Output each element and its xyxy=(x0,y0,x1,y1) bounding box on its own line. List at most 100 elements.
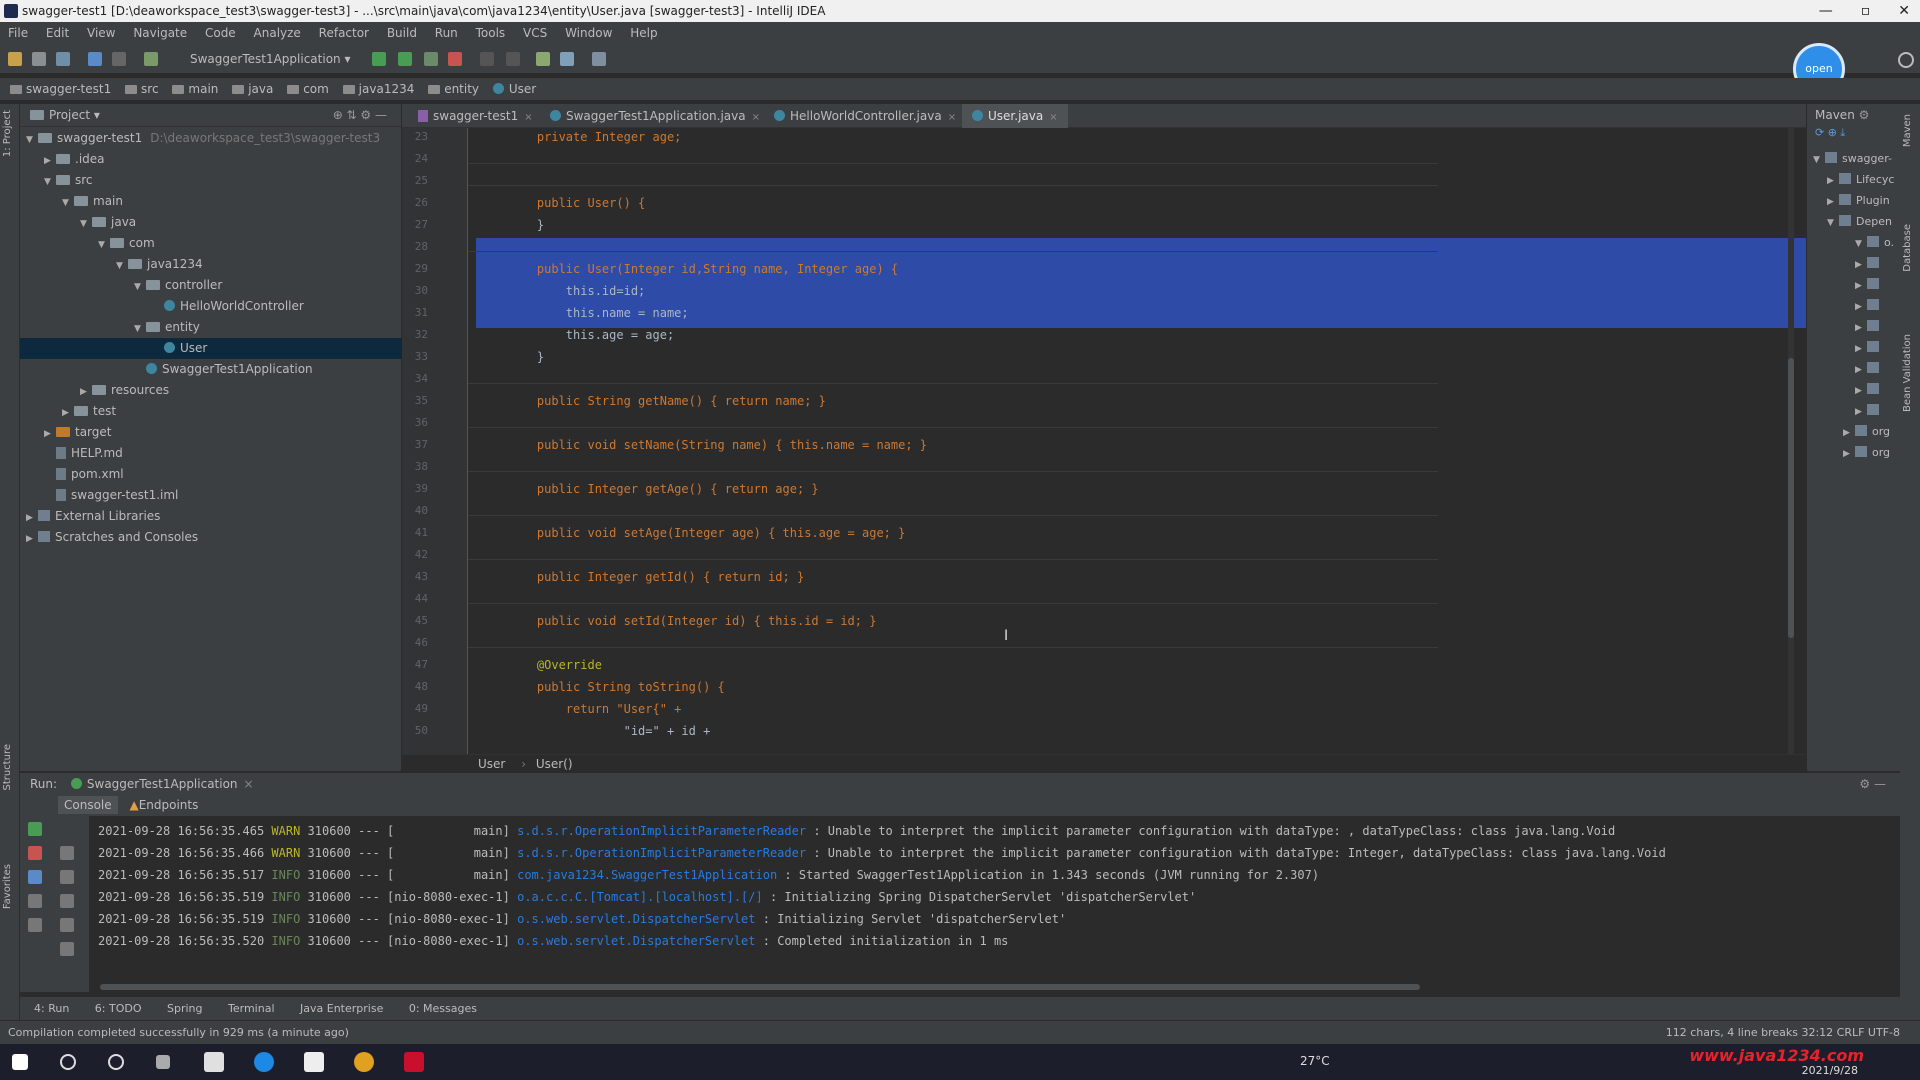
database-tool-button[interactable]: Database xyxy=(1902,224,1913,272)
edge-icon[interactable] xyxy=(254,1052,274,1072)
menu-refactor[interactable]: Refactor xyxy=(319,26,369,40)
editor-crumb-class[interactable]: User xyxy=(478,757,505,771)
maven-toolbar[interactable]: ⟳ ⊕ ⤓ xyxy=(1807,126,1900,146)
console-hscroll-thumb[interactable] xyxy=(100,984,1420,990)
app-store-icon[interactable] xyxy=(204,1052,224,1072)
chevron-right-icon[interactable]: ▶ xyxy=(80,382,92,403)
maven-tool-button[interactable]: Maven xyxy=(1902,114,1913,147)
close-icon[interactable]: × xyxy=(524,112,532,123)
task-view-icon[interactable] xyxy=(156,1055,170,1069)
chevron-right-icon[interactable]: ▶ xyxy=(1855,297,1867,316)
chevron-right-icon[interactable]: ▶ xyxy=(26,508,38,529)
chevron-down-icon[interactable]: ▼ xyxy=(1827,213,1839,232)
chevron-down-icon[interactable]: ▼ xyxy=(116,256,128,277)
tool-tab-java-enterprise[interactable]: Java Enterprise xyxy=(300,1002,383,1015)
menu-file[interactable]: File xyxy=(8,26,28,40)
tree-item[interactable]: ▶ resources xyxy=(20,380,462,401)
build-hammer-icon[interactable] xyxy=(144,52,158,66)
chevron-down-icon[interactable]: ▼ xyxy=(1813,150,1825,169)
tree-item[interactable]: pom.xml xyxy=(20,464,426,485)
close-icon[interactable]: × xyxy=(948,112,956,123)
chevron-right-icon[interactable]: ▶ xyxy=(1855,318,1867,337)
tool-tab-todo[interactable]: 6: TODO xyxy=(95,1002,142,1015)
dump-threads-icon[interactable] xyxy=(28,894,42,908)
menu-code[interactable]: Code xyxy=(205,26,236,40)
tree-item[interactable]: ▼ main xyxy=(20,191,444,212)
chevron-right-icon[interactable]: ▶ xyxy=(1855,339,1867,358)
breadcrumb-item[interactable]: src xyxy=(125,78,159,100)
menu-help[interactable]: Help xyxy=(630,26,657,40)
console-output[interactable]: 2021-09-28 16:56:35.465 WARN 310600 --- … xyxy=(90,816,1900,992)
tab-helloworldcontroller[interactable]: HelloWorldController.java × xyxy=(764,104,966,128)
rerun-icon[interactable] xyxy=(28,822,42,836)
weather-temp[interactable]: 27°C xyxy=(1300,1054,1330,1068)
chrome-icon[interactable] xyxy=(354,1052,374,1072)
search-icon[interactable] xyxy=(60,1054,76,1070)
chevron-down-icon[interactable]: ▾ xyxy=(90,108,100,122)
tree-item[interactable]: ▶ Scratches and Consoles xyxy=(20,527,408,548)
chevron-right-icon[interactable]: ▶ xyxy=(1855,276,1867,295)
tree-item[interactable]: ▶ .idea xyxy=(20,149,426,170)
tree-item[interactable]: HELP.md xyxy=(20,443,426,464)
chevron-right-icon[interactable]: ▶ xyxy=(1855,381,1867,400)
chevron-right-icon[interactable]: ▶ xyxy=(44,151,56,172)
menu-analyze[interactable]: Analyze xyxy=(254,26,301,40)
tool-tab-messages[interactable]: 0: Messages xyxy=(409,1002,477,1015)
windows-start-icon[interactable] xyxy=(12,1054,28,1070)
tree-item[interactable]: ▼ swagger-test1 D:\deaworkspace_test3\swag… xyxy=(20,128,408,149)
tab-swagger-test1[interactable]: swagger-test1 × xyxy=(408,104,543,128)
breadcrumb-item[interactable]: java1234 xyxy=(342,78,414,100)
breadcrumb-item[interactable]: java xyxy=(232,78,273,100)
pause-icon[interactable] xyxy=(28,870,42,884)
menu-window[interactable]: Window xyxy=(565,26,612,40)
scroll-up-icon[interactable] xyxy=(60,846,74,860)
chevron-right-icon[interactable]: ▶ xyxy=(62,403,74,424)
menu-vcs[interactable]: VCS xyxy=(523,26,547,40)
run-config-tab[interactable]: SwaggerTest1Application xyxy=(87,777,238,791)
chevron-right-icon[interactable]: ▶ xyxy=(1855,255,1867,274)
scroll-to-end-icon[interactable] xyxy=(60,894,74,908)
open-folder-icon[interactable] xyxy=(8,52,22,66)
run-icon[interactable] xyxy=(372,52,386,66)
save-icon[interactable] xyxy=(32,52,46,66)
breadcrumb-item[interactable]: main xyxy=(172,78,218,100)
menu-edit[interactable]: Edit xyxy=(46,26,69,40)
tool-tab-spring[interactable]: Spring xyxy=(167,1002,203,1015)
trash-icon[interactable] xyxy=(60,942,74,956)
favorites-tool-button[interactable]: Favorites xyxy=(2,864,13,909)
chevron-down-icon[interactable]: ▼ xyxy=(26,130,38,151)
close-icon[interactable]: × xyxy=(1049,112,1057,123)
stop-icon[interactable] xyxy=(28,846,42,860)
minimize-button[interactable]: — xyxy=(1819,0,1833,22)
tree-item[interactable]: ▶ External Libraries xyxy=(20,506,408,527)
status-message[interactable]: Compilation completed successfully in 92… xyxy=(8,1026,349,1039)
system-date[interactable]: 2021/9/28 xyxy=(1802,1064,1858,1077)
chevron-right-icon[interactable]: ▶ xyxy=(1843,423,1855,442)
gear-icon[interactable]: ⚙ xyxy=(1859,108,1870,122)
scrollbar-thumb[interactable] xyxy=(1788,358,1794,638)
breadcrumb-item[interactable]: com xyxy=(287,78,329,100)
debug-icon[interactable] xyxy=(398,52,412,66)
chevron-down-icon[interactable]: ▼ xyxy=(80,214,92,235)
chevron-right-icon[interactable]: ▶ xyxy=(1827,192,1839,211)
panel-actions[interactable]: ⊕ ⇅ ⚙ — xyxy=(333,104,387,126)
coverage-icon[interactable] xyxy=(424,52,438,66)
tab-endpoints[interactable]: Endpoints xyxy=(139,798,199,812)
menu-view[interactable]: View xyxy=(87,26,115,40)
git-branch-icon[interactable] xyxy=(536,52,550,66)
run-configuration-select[interactable]: SwaggerTest1Application ▾ xyxy=(170,50,371,68)
menu-run[interactable]: Run xyxy=(435,26,458,40)
close-button[interactable]: ✕ xyxy=(1898,0,1910,22)
chevron-down-icon[interactable]: ▼ xyxy=(62,193,74,214)
chevron-right-icon[interactable]: ▶ xyxy=(1855,402,1867,421)
stop-icon[interactable] xyxy=(448,52,462,66)
cortana-icon[interactable] xyxy=(108,1054,124,1070)
typora-icon[interactable] xyxy=(304,1052,324,1072)
tab-console[interactable]: Console xyxy=(58,796,118,814)
breadcrumb-item[interactable]: User xyxy=(492,78,536,100)
editor-gutter[interactable]: 23 24 25 26 27 28 29 30 31 32 33 34 35 36 37 38 39 40 41 42… xyxy=(402,128,468,754)
tool-tab-run[interactable]: 4: Run xyxy=(34,1002,69,1015)
sync-icon[interactable] xyxy=(56,52,70,66)
tree-item[interactable]: ▶ test xyxy=(20,401,444,422)
attach-icon[interactable] xyxy=(480,52,494,66)
